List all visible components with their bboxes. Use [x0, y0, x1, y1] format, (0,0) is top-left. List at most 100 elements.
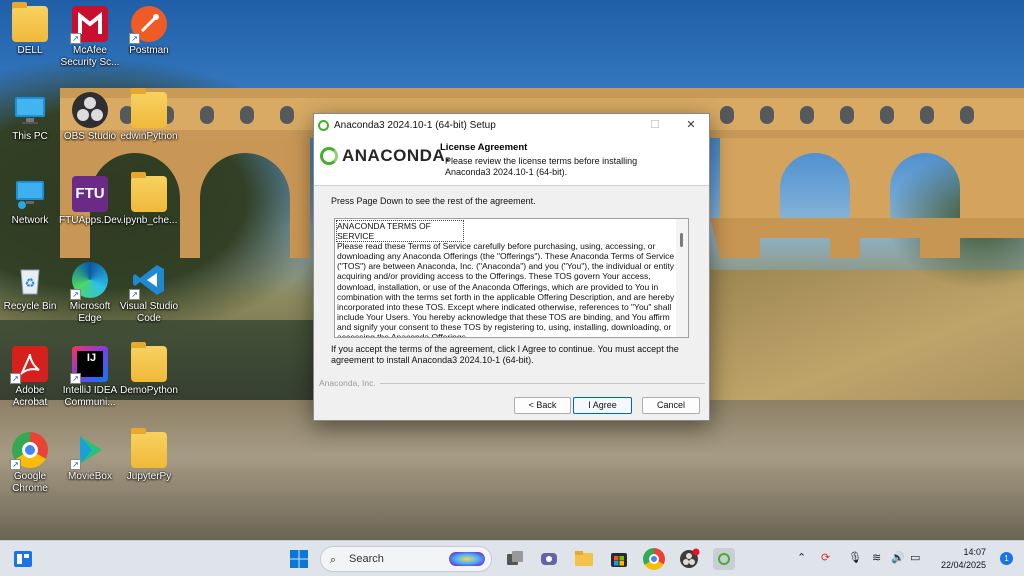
page-subtitle: Please review the license terms before i…: [445, 156, 638, 177]
desktop-icon-label: OBS Studio: [63, 131, 117, 142]
taskbar-search[interactable]: ⌕ Search: [320, 546, 492, 572]
desktop-icon-label: JupyterPy: [126, 471, 172, 482]
clock-time: 14:07: [963, 547, 986, 557]
widgets-icon[interactable]: [12, 548, 34, 570]
volume-icon[interactable]: 🔊: [891, 551, 905, 564]
desktop-icon-postman[interactable]: ↗ Postman: [118, 6, 180, 57]
anaconda-taskbar-icon[interactable]: [713, 548, 735, 570]
battery-icon[interactable]: ▭: [910, 551, 920, 564]
clock-date: 22/04/2025: [940, 560, 986, 570]
edge-icon: ↗: [70, 262, 108, 300]
desktop-icon-demopython[interactable]: DemoPython: [118, 342, 180, 397]
back-button[interactable]: < Back: [514, 397, 571, 414]
cancel-button[interactable]: Cancel: [642, 397, 700, 414]
search-icon: ⌕: [330, 553, 337, 566]
minimize-button[interactable]: —: [601, 114, 637, 136]
brand-footer-text: Anaconda, Inc.: [319, 378, 376, 388]
desktop-icon-label: Network: [11, 215, 49, 226]
scrollbar-thumb[interactable]: [680, 233, 683, 247]
desktop-icon-network[interactable]: Network: [0, 176, 61, 227]
setup-dialog: Anaconda3 2024.10-1 (64-bit) Setup — ☐ ✕…: [313, 113, 710, 421]
notification-badge[interactable]: 1: [1000, 552, 1013, 565]
license-heading: ANACONDA TERMS OF SERVICE: [336, 219, 464, 243]
postman-icon: ↗: [129, 6, 167, 44]
show-hidden-icons-chevron-icon[interactable]: ⌃: [797, 551, 806, 564]
file-explorer-icon[interactable]: [573, 548, 595, 570]
shortcut-arrow-icon: ↗: [10, 459, 21, 470]
desktop-icon-label: DELL: [17, 45, 43, 56]
obs-taskbar-icon[interactable]: [678, 548, 700, 570]
desktop-icon-label: Postman: [129, 45, 169, 56]
obs-icon: [72, 92, 108, 128]
ftu-icon: FTU: [72, 176, 108, 212]
vscode-icon: ↗: [129, 262, 167, 300]
network-icon: [12, 176, 48, 212]
chrome-icon: ↗: [10, 432, 48, 470]
desktop-icon-label: Visual Studio Code: [119, 301, 179, 324]
wifi-icon[interactable]: ≋: [872, 551, 881, 564]
maximize-button[interactable]: ☐: [637, 114, 673, 136]
dialog-header: ANACONDA. License Agreement Please revie…: [314, 136, 709, 186]
desktop-icon-intellij[interactable]: IJ ↗ IntelliJ IDEA Communi...: [59, 346, 121, 409]
desktop-icon-jupyterpy[interactable]: JupyterPy: [118, 428, 180, 483]
teams-icon[interactable]: [538, 548, 560, 570]
anaconda-logo: ANACONDA.: [320, 146, 450, 166]
intellij-icon: IJ ↗: [70, 346, 108, 384]
desktop-icon-label: DemoPython: [120, 385, 178, 396]
desktop-icon-ftuapps[interactable]: FTU FTUApps.Dev: [59, 176, 121, 227]
desktop-icon-edge[interactable]: ↗ Microsoft Edge: [59, 262, 121, 325]
instruction-text: Press Page Down to see the rest of the a…: [331, 196, 536, 206]
intellij-icon-text: IJ: [86, 352, 97, 364]
anaconda-ring-icon: [320, 147, 338, 165]
shortcut-arrow-icon: ↗: [10, 373, 21, 384]
microphone-icon[interactable]: 🎙: [848, 551, 862, 564]
dialog-body: Press Page Down to see the rest of the a…: [314, 186, 709, 366]
desktop-icon-label: IntelliJ IDEA Communi...: [62, 385, 118, 408]
desktop-icon-dell[interactable]: DELL: [0, 2, 61, 57]
desktop-icon-label: FTUApps.Dev: [59, 215, 121, 226]
license-textbox[interactable]: ANACONDA TERMS OF SERVICE Please read th…: [334, 218, 689, 338]
desktop-icon-label: MovieBox: [68, 471, 112, 482]
footer-divider: [379, 382, 705, 384]
desktop-icon-label: McAfee Security Sc...: [60, 45, 120, 68]
search-highlight-icon: [449, 552, 485, 566]
task-view-icon[interactable]: [504, 548, 526, 570]
i-agree-button[interactable]: I Agree: [573, 397, 632, 414]
acrobat-icon: ↗: [10, 346, 48, 384]
folder-icon: [131, 428, 167, 468]
desktop-icon-chrome[interactable]: ↗ Google Chrome: [0, 432, 61, 495]
desktop-icon-vscode[interactable]: ↗ Visual Studio Code: [118, 262, 180, 325]
shortcut-arrow-icon: ↗: [129, 33, 140, 44]
desktop-icon-adobe-acrobat[interactable]: ↗ Adobe Acrobat: [0, 346, 61, 409]
dialog-titlebar[interactable]: Anaconda3 2024.10-1 (64-bit) Setup — ☐ ✕: [314, 114, 709, 136]
moviebox-icon: ↗: [70, 432, 108, 470]
mcafee-icon: ↗: [70, 6, 108, 44]
desktop-icon-label: Recycle Bin: [3, 301, 57, 312]
anaconda-logo-text: ANACONDA.: [342, 146, 451, 165]
page-title: License Agreement: [440, 142, 528, 153]
desktop-icon-recycle-bin[interactable]: ♻ Recycle Bin: [0, 262, 61, 313]
system-clock[interactable]: 14:07 22/04/2025: [941, 546, 986, 572]
anaconda-app-icon: [318, 119, 329, 131]
taskbar: ⌕ Search ⌃ ⟳ 🎙 ≋ 🔊 ▭ 14:07 22/04/2025 1: [0, 540, 1024, 576]
shortcut-arrow-icon: ↗: [70, 33, 81, 44]
sync-icon[interactable]: ⟳: [821, 551, 830, 564]
recycle-bin-icon: ♻: [12, 262, 48, 298]
search-placeholder: Search: [349, 553, 384, 565]
folder-icon: [131, 172, 167, 212]
desktop-icon-this-pc[interactable]: This PC: [0, 92, 61, 143]
license-scrollbar[interactable]: [676, 219, 688, 337]
desktop-icon-edwinpython[interactable]: edwinPython: [118, 88, 180, 143]
desktop-icon-ipynb-checkpoints[interactable]: .ipynb_che...: [118, 172, 180, 227]
chrome-taskbar-icon[interactable]: [643, 548, 665, 570]
shortcut-arrow-icon: ↗: [129, 289, 140, 300]
start-button[interactable]: [288, 548, 310, 570]
desktop-icon-label: Microsoft Edge: [69, 301, 111, 324]
desktop-icon-label: This PC: [12, 131, 48, 142]
desktop-icon-moviebox[interactable]: ↗ MovieBox: [59, 432, 121, 483]
microsoft-store-icon[interactable]: [608, 548, 630, 570]
desktop-icon-mcafee[interactable]: ↗ McAfee Security Sc...: [59, 6, 121, 69]
desktop-icon-obs[interactable]: OBS Studio: [59, 92, 121, 143]
brand-footer: Anaconda, Inc.: [319, 378, 705, 388]
close-button[interactable]: ✕: [673, 114, 709, 136]
